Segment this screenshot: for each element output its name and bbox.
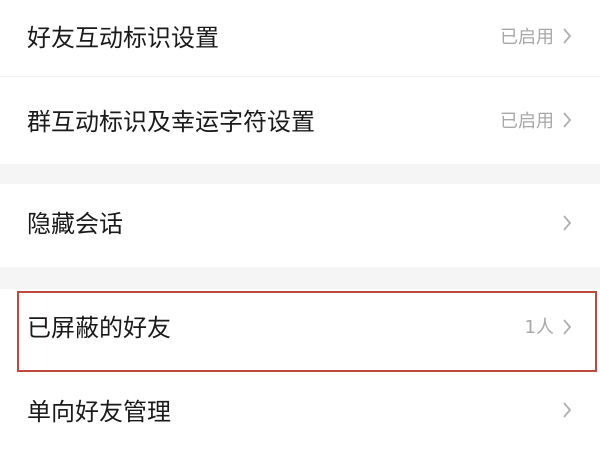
settings-item-status: 已启用 (500, 111, 554, 132)
chevron-right-icon (562, 402, 572, 418)
chevron-right-icon (562, 215, 572, 231)
chevron-right-icon (562, 28, 572, 44)
settings-item-blocked-friends[interactable]: 已屏蔽的好友 1人 (0, 289, 600, 374)
section-gap (0, 164, 600, 184)
section-gap (0, 267, 600, 289)
chevron-right-icon (562, 319, 572, 335)
settings-item-status: 已启用 (500, 27, 554, 48)
settings-item-group-interaction[interactable]: 群互动标识及幸运字符设置 已启用 (0, 77, 600, 164)
blocked-count: 1人 (524, 317, 554, 338)
chevron-right-icon (562, 112, 572, 128)
settings-item-label: 已屏蔽的好友 (27, 314, 171, 342)
settings-item-friend-interaction[interactable]: 好友互动标识设置 已启用 (0, 0, 600, 76)
settings-item-hidden-chats[interactable]: 隐藏会话 (0, 184, 600, 267)
settings-item-label: 好友互动标识设置 (27, 24, 219, 52)
settings-item-label: 隐藏会话 (27, 210, 123, 238)
settings-item-label: 群互动标识及幸运字符设置 (27, 108, 315, 136)
settings-item-one-way-friends[interactable]: 单向好友管理 (0, 374, 600, 450)
settings-item-label: 单向好友管理 (27, 398, 171, 426)
